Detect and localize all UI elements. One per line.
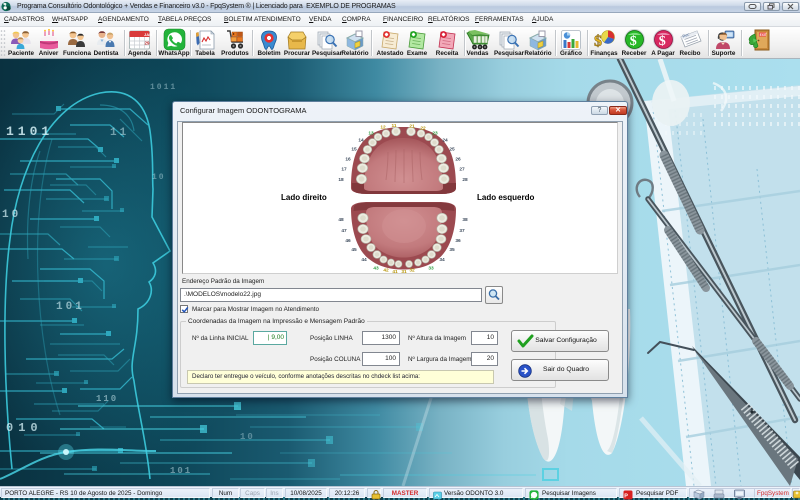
svg-text:25: 25 [449,147,455,153]
svg-text:12: 12 [380,125,386,131]
svg-text:1011: 1011 [150,83,177,92]
svg-text:101: 101 [56,301,85,313]
svg-text:EXIT: EXIT [760,32,767,36]
svg-text:38: 38 [462,217,468,223]
svg-text:101: 101 [170,466,192,476]
svg-text:33: 33 [428,266,434,272]
svg-text:46: 46 [345,238,351,244]
svg-text:14: 14 [358,138,364,144]
svg-text:45: 45 [351,247,357,253]
svg-text:24: 24 [442,138,448,144]
svg-text:$: $ [594,33,602,50]
svg-text:1101: 1101 [6,124,53,139]
svg-text:42: 42 [383,268,389,274]
svg-text:11: 11 [110,127,129,139]
svg-text:27: 27 [459,167,465,173]
svg-text:34: 34 [439,257,445,263]
svg-text:18: 18 [338,177,344,183]
svg-text:15: 15 [351,147,357,153]
svg-text:11: 11 [391,123,396,129]
svg-text:10: 10 [240,432,255,442]
svg-text:$: $ [658,34,665,49]
svg-text:10: 10 [2,209,21,221]
svg-text:31: 31 [401,269,407,275]
svg-text:44: 44 [361,257,367,263]
svg-text:26: 26 [455,157,461,163]
svg-text:23: 23 [432,131,438,137]
svg-text:48: 48 [338,217,344,223]
svg-text:16: 16 [345,157,351,163]
svg-text:10: 10 [152,173,166,182]
svg-text:41: 41 [392,269,398,275]
svg-text:22: 22 [420,126,426,132]
svg-text:37: 37 [459,228,465,234]
svg-text:13: 13 [368,131,374,137]
svg-text:28: 28 [462,177,468,183]
svg-text:36: 36 [455,238,461,244]
svg-text:010: 010 [6,421,43,435]
svg-text:35: 35 [449,247,455,253]
svg-text:32: 32 [409,268,415,274]
svg-text:43: 43 [373,266,379,272]
svg-text:$: $ [629,34,636,49]
svg-text:47: 47 [341,228,347,234]
svg-text:21: 21 [409,124,415,130]
svg-text:P: P [624,493,628,499]
svg-text:17: 17 [341,167,347,173]
svg-text:110: 110 [96,394,118,404]
